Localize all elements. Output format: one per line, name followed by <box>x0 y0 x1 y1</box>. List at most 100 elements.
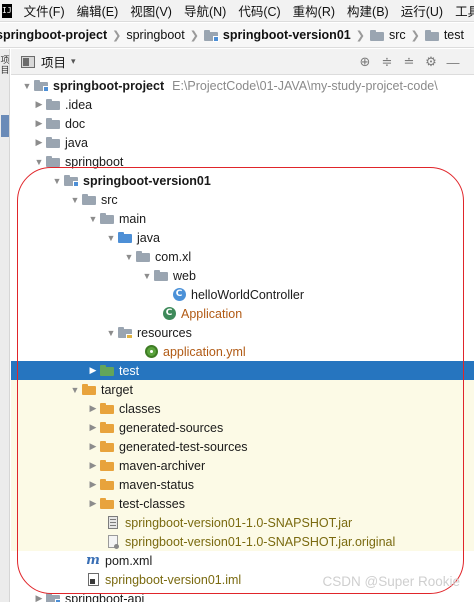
breadcrumb-item-src[interactable]: src <box>369 28 406 42</box>
breadcrumb-item-test[interactable]: test <box>424 28 464 42</box>
tree-row-generated-sources[interactable]: ▶ generated-sources <box>11 418 474 437</box>
menu-file[interactable]: 文件(F) <box>18 1 71 20</box>
tree-row-doc[interactable]: ▶ doc <box>11 114 474 133</box>
chevron-down-icon[interactable]: ▾ <box>71 56 76 67</box>
chevron-down-icon[interactable]: ▼ <box>69 195 81 205</box>
chevron-right-icon[interactable]: ▶ <box>87 403 99 414</box>
menu-refactor[interactable]: 重构(R) <box>287 1 341 20</box>
chevron-right-icon[interactable]: ▶ <box>87 479 99 490</box>
chevron-right-icon[interactable]: ▶ <box>87 365 99 376</box>
tree-row-springboot-api[interactable]: ▶ springboot-api <box>11 589 474 602</box>
folder-icon <box>45 136 61 150</box>
tree-row-label: src <box>101 192 118 207</box>
tree-row-src[interactable]: ▼ src <box>11 190 474 209</box>
tree-row-label: generated-test-sources <box>119 439 248 454</box>
tree-row-test[interactable]: ▶ test <box>11 361 474 380</box>
breadcrumb: springboot-project ❯ springboot ❯ spring… <box>0 23 474 48</box>
tree-row-classes[interactable]: ▶ classes <box>11 399 474 418</box>
chevron-down-icon[interactable]: ▼ <box>105 233 117 243</box>
tree-row-maven-status[interactable]: ▶ maven-status <box>11 475 474 494</box>
chevron-right-icon[interactable]: ▶ <box>33 593 45 602</box>
menu-tools[interactable]: 工具(T) <box>449 1 474 20</box>
tree-row-label: web <box>173 268 196 283</box>
excluded-folder-icon <box>99 478 115 492</box>
project-view-title[interactable]: 项目 <box>41 52 66 71</box>
tree-row-hello-world-controller[interactable]: C helloWorldController <box>11 285 474 304</box>
breadcrumb-item-module-label: springboot-version01 <box>222 28 351 42</box>
menu-run[interactable]: 运行(U) <box>395 1 449 20</box>
gear-icon[interactable]: ⚙ <box>420 54 442 70</box>
menu-view[interactable]: 视图(V) <box>124 1 178 20</box>
excluded-folder-icon <box>99 402 115 416</box>
package-icon <box>135 250 151 264</box>
tree-row-idea[interactable]: ▶ .idea <box>11 95 474 114</box>
java-class-icon: C <box>171 288 187 302</box>
project-tool-window-tab[interactable]: 项目 <box>0 55 10 75</box>
chevron-right-icon[interactable]: ▶ <box>33 118 45 129</box>
tree-row-springboot-version01[interactable]: ▼ springboot-version01 <box>11 171 474 190</box>
tree-row-label: pom.xml <box>105 553 153 568</box>
chevron-down-icon[interactable]: ▼ <box>141 271 153 281</box>
chevron-right-icon[interactable]: ▶ <box>87 498 99 509</box>
project-path: E:\ProjectCode\01-JAVA\my-study-projcet-… <box>172 78 438 93</box>
tree-row-target[interactable]: ▼ target <box>11 380 474 399</box>
tree-row-pom-xml[interactable]: m pom.xml <box>11 551 474 570</box>
chevron-right-icon[interactable]: ▶ <box>33 99 45 110</box>
tree-row-label: resources <box>137 325 192 340</box>
tool-header-actions: ⊕ ≑ ≐ ⚙ — <box>354 49 464 75</box>
tree-row-web[interactable]: ▼ web <box>11 266 474 285</box>
tree-row-label: springboot-version01-1.0-SNAPSHOT.jar <box>125 515 353 530</box>
module-folder-icon <box>45 592 61 602</box>
menu-navigate[interactable]: 导航(N) <box>178 1 232 20</box>
chevron-down-icon[interactable]: ▼ <box>105 328 117 338</box>
tree-row-label: springboot <box>65 154 124 169</box>
tree-row-label: springboot-api <box>65 591 145 602</box>
tree-row-java-source[interactable]: ▼ java <box>11 228 474 247</box>
menu-build[interactable]: 构建(B) <box>341 1 395 20</box>
tree-row-application[interactable]: C Application <box>11 304 474 323</box>
chevron-down-icon[interactable]: ▼ <box>69 385 81 395</box>
tree-row-maven-archiver[interactable]: ▶ maven-archiver <box>11 456 474 475</box>
tree-row-test-classes[interactable]: ▶ test-classes <box>11 494 474 513</box>
tree-row-snapshot-jar[interactable]: springboot-version01-1.0-SNAPSHOT.jar <box>11 513 474 532</box>
tree-row-springboot[interactable]: ▼ springboot <box>11 152 474 171</box>
tree-row-com-xl[interactable]: ▼ com.xl <box>11 247 474 266</box>
collapse-all-icon[interactable]: ≐ <box>398 54 420 70</box>
tree-row-application-yml[interactable]: application.yml <box>11 342 474 361</box>
chevron-right-icon[interactable]: ▶ <box>33 137 45 148</box>
project-view-icon <box>21 55 35 68</box>
locate-file-icon[interactable]: ⊕ <box>354 54 376 70</box>
chevron-right-icon[interactable]: ▶ <box>87 422 99 433</box>
unknown-file-icon <box>105 535 121 549</box>
tree-row-springboot-project[interactable]: ▼ springboot-project E:\ProjectCode\01-J… <box>11 76 474 95</box>
excluded-folder-icon <box>99 421 115 435</box>
folder-icon <box>99 212 115 226</box>
expand-all-icon[interactable]: ≑ <box>376 54 398 70</box>
maven-icon: m <box>86 552 100 568</box>
module-folder-icon <box>33 79 49 93</box>
chevron-down-icon[interactable]: ▼ <box>33 157 45 167</box>
tree-row-label: com.xl <box>155 249 192 264</box>
excluded-folder-icon <box>99 497 115 511</box>
breadcrumb-item-springboot[interactable]: springboot <box>126 28 184 42</box>
menu-edit[interactable]: 编辑(E) <box>71 1 125 20</box>
hide-icon[interactable]: — <box>442 55 464 70</box>
breadcrumb-item-module[interactable]: springboot-version01 <box>203 28 351 42</box>
chevron-down-icon[interactable]: ▼ <box>87 214 99 224</box>
chevron-down-icon[interactable]: ▼ <box>51 176 63 186</box>
chevron-right-icon[interactable]: ▶ <box>87 460 99 471</box>
tree-row-label: springboot-version01-1.0-SNAPSHOT.jar.or… <box>125 534 396 549</box>
tree-row-snapshot-jar-original[interactable]: springboot-version01-1.0-SNAPSHOT.jar.or… <box>11 532 474 551</box>
tree-row-resources[interactable]: ▼ resources <box>11 323 474 342</box>
breadcrumb-item-project[interactable]: springboot-project <box>0 28 107 42</box>
resources-folder-icon <box>117 326 133 340</box>
menu-code[interactable]: 代码(C) <box>232 1 286 20</box>
chevron-right-icon: ❯ <box>410 29 420 42</box>
tree-row-label: main <box>119 211 147 226</box>
tree-row-java-root[interactable]: ▶ java <box>11 133 474 152</box>
chevron-down-icon[interactable]: ▼ <box>21 81 33 91</box>
tree-row-generated-test-sources[interactable]: ▶ generated-test-sources <box>11 437 474 456</box>
tree-row-main[interactable]: ▼ main <box>11 209 474 228</box>
chevron-down-icon[interactable]: ▼ <box>123 252 135 262</box>
chevron-right-icon[interactable]: ▶ <box>87 441 99 452</box>
